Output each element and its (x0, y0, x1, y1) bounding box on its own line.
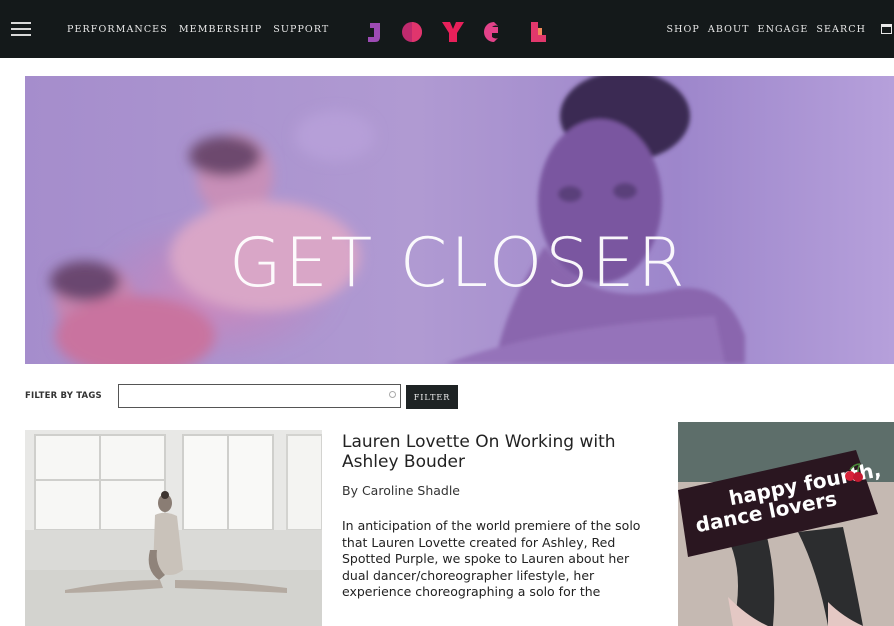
menu-icon[interactable] (11, 22, 31, 36)
nav-link-support[interactable]: SUPPORT (273, 24, 329, 35)
hero-title: GET CLOSER (229, 224, 688, 303)
article-title[interactable]: Lauren Lovette On Working with Ashley Bo… (342, 432, 642, 472)
top-navigation: PERFORMANCES MEMBERSHIP SUPPORT SHOP ABO… (0, 0, 894, 58)
promo-card[interactable]: happy fourth, dance lovers (678, 422, 894, 626)
filter-label: FILTER BY TAGS (25, 391, 102, 401)
nav-left-links: PERFORMANCES MEMBERSHIP SUPPORT (67, 24, 329, 35)
nav-link-performances[interactable]: PERFORMANCES (67, 24, 168, 35)
nav-right-links: SHOP ABOUT ENGAGE SEARCH (667, 24, 866, 35)
search-icon (389, 391, 396, 398)
article-excerpt: In anticipation of the world premiere of… (342, 518, 641, 599)
nav-link-about[interactable]: ABOUT (708, 24, 750, 35)
article-thumbnail[interactable] (25, 430, 322, 626)
filter-button[interactable]: FILTER (406, 385, 458, 409)
joyce-logo[interactable] (366, 20, 561, 44)
tag-filter-input[interactable] (118, 384, 401, 408)
dancer-photo (25, 430, 322, 626)
nav-link-shop[interactable]: SHOP (667, 24, 700, 35)
hero-dancers-image (50, 76, 745, 364)
nav-link-engage[interactable]: ENGAGE (758, 24, 809, 35)
calendar-icon[interactable] (881, 24, 892, 34)
nav-link-search[interactable]: SEARCH (816, 24, 866, 35)
article-author: By Caroline Shadle (342, 483, 460, 498)
cherry-icon (845, 463, 863, 482)
nav-link-membership[interactable]: MEMBERSHIP (179, 24, 262, 35)
hero-banner[interactable]: GET CLOSER (25, 76, 894, 364)
